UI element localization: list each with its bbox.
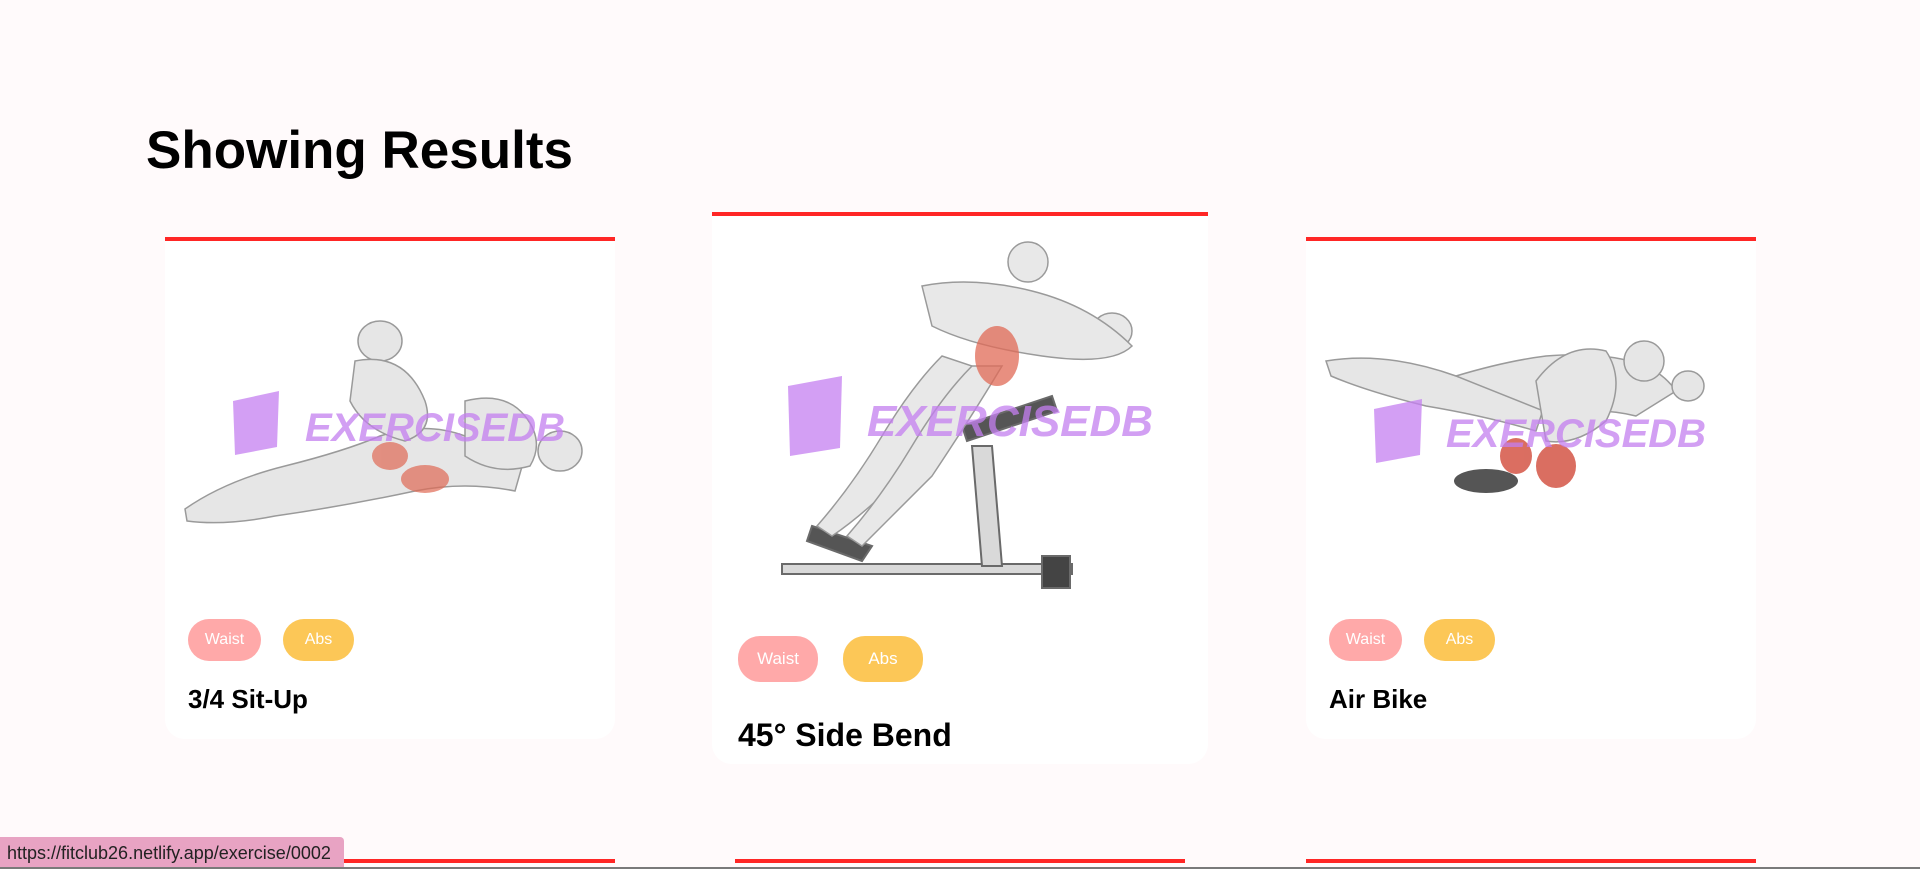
watermark-logo-icon: [1374, 399, 1422, 463]
status-bar-url: https://fitclub26.netlify.app/exercise/0…: [0, 837, 344, 869]
exercise-name: 45° Side Bend: [738, 717, 952, 753]
next-card-top-border[interactable]: [735, 859, 1185, 863]
exercise-image: EXERCISEDB: [1306, 241, 1756, 607]
exercise-card[interactable]: EXERCISEDB Waist Abs Air Bike: [1306, 237, 1756, 739]
watermark: EXERCISEDB: [867, 397, 1153, 446]
target-tag[interactable]: Abs: [843, 636, 923, 682]
exercise-image: EXERCISEDB: [165, 241, 615, 607]
watermark-logo-icon: [233, 391, 279, 455]
exercise-card[interactable]: EXERCISEDB Waist Abs 45° Side Bend: [712, 212, 1208, 764]
watermark: EXERCISEDB: [305, 406, 565, 450]
next-card-top-border[interactable]: [1306, 859, 1756, 863]
target-tag[interactable]: Abs: [1424, 619, 1495, 661]
exercise-name: Air Bike: [1329, 684, 1428, 714]
body-part-tag[interactable]: Waist: [738, 636, 818, 682]
page-title: Showing Results: [146, 121, 573, 180]
exercise-card[interactable]: EXERCISEDB Waist Abs 3/4 Sit-Up: [165, 237, 615, 739]
body-part-tag[interactable]: Waist: [188, 619, 261, 661]
watermark-logo-icon: [788, 376, 842, 456]
watermark: EXERCISEDB: [1446, 412, 1706, 456]
exercise-name: 3/4 Sit-Up: [188, 684, 308, 714]
exercise-image: EXERCISEDB: [712, 216, 1208, 624]
target-tag[interactable]: Abs: [283, 619, 354, 661]
body-part-tag[interactable]: Waist: [1329, 619, 1402, 661]
